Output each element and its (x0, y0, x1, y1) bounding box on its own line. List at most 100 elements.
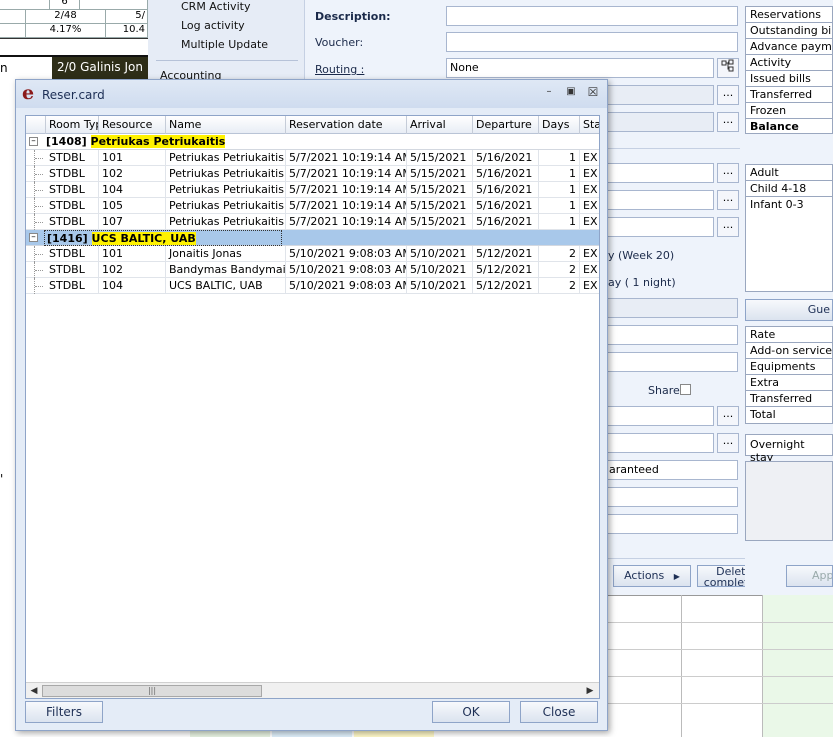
form-field[interactable] (605, 487, 738, 507)
tree-icon (721, 59, 734, 72)
ellipsis-button[interactable]: ... (717, 433, 739, 453)
minimize-icon[interactable]: – (542, 87, 556, 99)
header-arrival[interactable]: Arrival (407, 116, 473, 134)
form-field-disabled (605, 85, 714, 105)
cell-resource: 101 (99, 150, 166, 166)
collapse-icon[interactable]: – (29, 233, 38, 242)
cell-arrival: 5/15/2021 (407, 150, 473, 166)
ellipsis-button[interactable]: ... (717, 217, 739, 237)
cell-status: EX (580, 246, 599, 262)
cell-status: EX (580, 182, 599, 198)
calendar-cell-highlight (354, 731, 434, 737)
table-row[interactable]: STDBL 107 Petriukas Petriukaitis 5/7/2021 1… (26, 214, 599, 230)
menu-item-multiple-update[interactable]: Multiple Update (181, 38, 268, 51)
reservations-grid[interactable]: Room Typ Resource Name Reservation date … (25, 115, 600, 699)
ok-button[interactable]: OK (432, 701, 510, 723)
cell-arrival: 5/15/2021 (407, 198, 473, 214)
notes-area[interactable] (745, 461, 833, 541)
header-reservation-date[interactable]: Reservation date (286, 116, 407, 134)
booking-chip[interactable]: 2/0 Galinis Jon (52, 57, 152, 79)
table-row[interactable]: STDBL 104 Petriukas Petriukaitis 5/7/2021 1… (26, 182, 599, 198)
cell-room-type: STDBL (46, 214, 99, 230)
cell-arrival: 5/15/2021 (407, 182, 473, 198)
cell-departure: 5/16/2021 (473, 198, 539, 214)
maximize-icon[interactable]: ▣ (564, 87, 578, 99)
form-field-disabled (605, 112, 714, 132)
form-field[interactable] (605, 190, 714, 210)
header-departure[interactable]: Departure (473, 116, 539, 134)
cell-room-type: STDBL (46, 182, 99, 198)
table-row[interactable]: STDBL 104 UCS BALTIC, UAB 5/10/2021 9:08:03… (26, 278, 599, 294)
week-text: y (Week 20) (608, 249, 675, 262)
table-row[interactable]: STDBL 102 Petriukas Petriukaitis 5/7/2021 1… (26, 166, 599, 182)
scroll-left-icon[interactable]: ◀ (27, 684, 41, 698)
cell-arrival: 5/10/2021 (407, 262, 473, 278)
cell-room-type: STDBL (46, 150, 99, 166)
scroll-right-icon[interactable]: ▶ (583, 684, 597, 698)
collapse-icon[interactable]: – (29, 137, 38, 146)
guest-type-list: Adult Child 4-18 Infant 0-3 (745, 164, 833, 292)
routing-link[interactable]: Routing : (315, 63, 364, 76)
horizontal-scrollbar[interactable]: ◀ ||| ▶ (26, 682, 599, 698)
description-input[interactable] (446, 6, 738, 26)
cell-room-type: STDBL (46, 198, 99, 214)
guests-button[interactable]: Gue (745, 299, 833, 321)
cell-reservation-date: 5/7/2021 10:19:14 AM (286, 214, 407, 230)
cell-days: 2 (539, 246, 580, 262)
guarantee-field[interactable]: aranteed (605, 460, 738, 480)
cell-reservation-date: 5/7/2021 10:19:14 AM (286, 166, 407, 182)
dialog-titlebar[interactable]: e Reser.card – ▣ ☒ (16, 80, 607, 108)
close-icon[interactable]: ☒ (586, 86, 600, 99)
table-row[interactable]: STDBL 105 Petriukas Petriukaitis 5/7/2021 1… (26, 198, 599, 214)
chevron-right-icon: ▶ (673, 572, 680, 581)
menu-item-log-activity[interactable]: Log activity (181, 19, 245, 32)
header-room-type[interactable]: Room Typ (46, 116, 99, 134)
routing-select[interactable]: None (446, 58, 714, 78)
group-id: [1416] (47, 232, 88, 245)
stay-type-select[interactable]: Overnight stay (745, 434, 833, 464)
filters-button[interactable]: Filters (25, 701, 103, 723)
header-status[interactable]: Sta (580, 116, 599, 134)
ellipsis-button[interactable]: ... (717, 190, 739, 210)
table-row[interactable]: STDBL 102 Bandymas Bandymaitis 5/10/2021 9:… (26, 262, 599, 278)
cell-name: Petriukas Petriukaitis (166, 214, 286, 230)
group-row[interactable]: – [1416] UCS BALTIC, UAB (26, 230, 599, 246)
grid-cell-partial-percent: 10.4 (106, 24, 148, 38)
menu-item-crm-activity[interactable]: CRM Activity (181, 0, 250, 13)
form-field[interactable] (605, 514, 738, 534)
charge-total: Total (750, 408, 776, 421)
voucher-input[interactable] (446, 32, 738, 52)
cell-resource: 107 (99, 214, 166, 230)
form-field[interactable] (605, 163, 714, 183)
routing-tree-button[interactable] (717, 58, 739, 78)
cell-status: EX (580, 214, 599, 230)
summary-issued-bills: Issued bills (746, 71, 832, 87)
summary-frozen: Frozen (746, 103, 832, 119)
apply-button[interactable]: Appl (786, 565, 833, 587)
form-field[interactable] (605, 352, 738, 372)
form-field[interactable] (605, 325, 738, 345)
header-name[interactable]: Name (166, 116, 286, 134)
cell-resource: 101 (99, 246, 166, 262)
cell-name: Petriukas Petriukaitis (166, 182, 286, 198)
scroll-thumb[interactable]: ||| (42, 685, 262, 697)
summary-list: Reservations Outstanding bills Advance p… (745, 6, 833, 134)
ellipsis-button[interactable]: ... (717, 163, 739, 183)
actions-button[interactable]: Actions ▶ (613, 565, 691, 587)
header-resource[interactable]: Resource (99, 116, 166, 134)
share-checkbox[interactable] (680, 384, 691, 395)
close-button[interactable]: Close (520, 701, 598, 723)
cell-status: EX (580, 278, 599, 294)
header-days[interactable]: Days (539, 116, 580, 134)
ellipsis-button[interactable]: ... (717, 85, 739, 105)
ellipsis-button[interactable]: ... (717, 406, 739, 426)
form-field[interactable] (605, 433, 714, 453)
table-row[interactable]: STDBL 101 Jonaitis Jonas 5/10/2021 9:08:03 … (26, 246, 599, 262)
form-field[interactable] (605, 406, 714, 426)
ellipsis-button[interactable]: ... (717, 112, 739, 132)
table-row[interactable]: STDBL 101 Petriukas Petriukaitis 5/7/2021 1… (26, 150, 599, 166)
form-field[interactable] (605, 217, 714, 237)
group-row[interactable]: – [1408] Petriukas Petriukaitis (26, 134, 599, 150)
summary-transferred: Transferred (746, 87, 832, 103)
cell-days: 1 (539, 182, 580, 198)
